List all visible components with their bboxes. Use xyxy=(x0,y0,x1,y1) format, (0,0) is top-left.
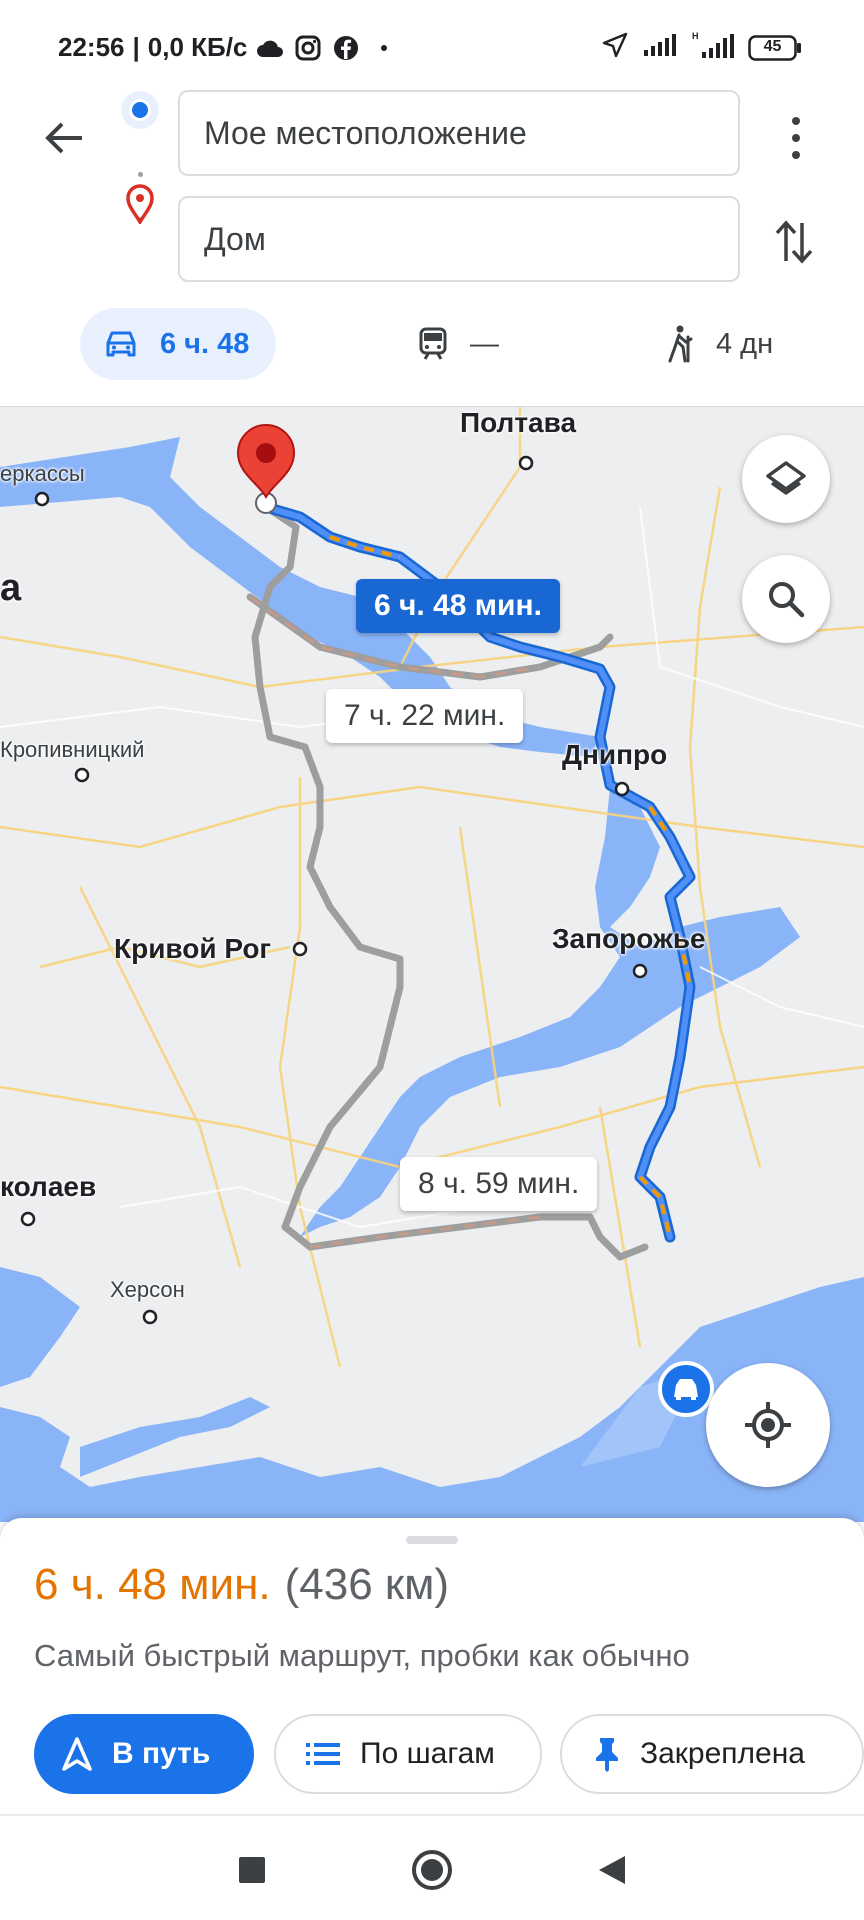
more-options-button[interactable] xyxy=(776,108,816,168)
steps-button[interactable]: По шагам xyxy=(274,1714,542,1794)
city-label-cherkassy: еркассы xyxy=(0,461,85,486)
city-label-zaporozhye: Запорожье xyxy=(552,923,706,954)
back-button[interactable] xyxy=(36,110,92,166)
mode-walking-time: 4 дн xyxy=(716,327,774,360)
signal-icon xyxy=(642,32,676,63)
eta-label-primary[interactable]: 6 ч. 48 мин. xyxy=(356,579,560,633)
home-circle-icon xyxy=(412,1850,452,1890)
mode-transit-time: — xyxy=(470,327,499,360)
status-bar: 22:56 | 0,0 КБ/с H 45 xyxy=(0,0,864,95)
signal-h-icon: H xyxy=(690,30,734,65)
battery-level: 45 xyxy=(763,37,782,55)
route-summary-sheet[interactable]: 6 ч. 48 мин. (436 км) Самый быстрый маршр… xyxy=(0,1518,864,1814)
swap-icon xyxy=(775,220,813,264)
pushpin-icon xyxy=(596,1738,618,1772)
pin-route-label: Закреплена xyxy=(640,1737,805,1770)
city-label-kryvyi-rih: Кривой Рог xyxy=(114,933,272,964)
origin-input[interactable]: Мое местоположение xyxy=(178,90,740,176)
city-label-edge: а xyxy=(0,567,22,609)
route-summary: 6 ч. 48 мин. (436 км) xyxy=(34,1560,449,1610)
search-icon xyxy=(769,582,805,618)
svg-text:H: H xyxy=(692,31,699,41)
route-distance: (436 км) xyxy=(284,1560,450,1609)
map-search-button[interactable] xyxy=(742,555,830,643)
status-speed: 0,0 КБ/с xyxy=(147,32,248,62)
back-triangle-icon xyxy=(599,1856,625,1884)
system-nav-bar xyxy=(0,1816,864,1920)
location-arrow-icon xyxy=(602,32,628,63)
map-view[interactable]: Полтава еркассы а Кропивницкий Днипро За… xyxy=(0,406,864,1522)
navigation-arrow-icon xyxy=(62,1737,92,1771)
map-layers-button[interactable] xyxy=(742,435,830,523)
hiking-icon xyxy=(668,325,693,363)
current-location-car-icon xyxy=(658,1361,714,1417)
battery-icon: 45 xyxy=(748,34,802,61)
road-network xyxy=(0,407,864,1368)
train-icon xyxy=(419,327,447,360)
south-bug-estuary xyxy=(0,1267,80,1387)
start-navigation-button[interactable]: В путь xyxy=(34,1714,254,1794)
travel-modes: 6 ч. 48 — 4 дн xyxy=(0,308,864,384)
eta-label-alt-1[interactable]: 7 ч. 22 мин. xyxy=(326,689,524,743)
layers-icon xyxy=(766,461,806,495)
mode-tab-transit[interactable]: — xyxy=(418,308,499,380)
car-icon xyxy=(106,331,136,357)
status-separator: | xyxy=(132,32,140,62)
sheet-drag-handle[interactable] xyxy=(406,1536,458,1544)
mode-tab-driving[interactable]: 6 ч. 48 xyxy=(80,308,276,380)
city-label-mykolaiv: колаев xyxy=(0,1171,97,1202)
steps-label: По шагам xyxy=(360,1737,495,1770)
eta-label-alt-2[interactable]: 8 ч. 59 мин. xyxy=(400,1157,598,1211)
list-icon xyxy=(306,1743,340,1765)
crosshair-icon xyxy=(745,1402,791,1448)
my-location-button[interactable] xyxy=(706,1363,830,1487)
destination-input[interactable]: Дом xyxy=(178,196,740,282)
pin-route-button[interactable]: Закреплена xyxy=(560,1714,864,1794)
route-panel: Мое местоположение Дом xyxy=(0,88,864,288)
back-arrow-icon xyxy=(45,122,82,154)
status-time: 22:56 xyxy=(58,32,125,62)
dot-icon xyxy=(369,33,399,63)
city-label-kropyvnytskyi: Кропивницкий xyxy=(0,737,145,762)
route-duration: 6 ч. 48 мин. xyxy=(34,1560,271,1609)
home-button[interactable] xyxy=(406,1844,458,1896)
city-label-poltava: Полтава xyxy=(460,407,577,438)
swap-route-button[interactable] xyxy=(768,212,820,272)
back-nav-button[interactable] xyxy=(586,1844,638,1896)
facebook-icon xyxy=(331,33,361,63)
instagram-icon xyxy=(293,33,323,63)
recents-square-icon xyxy=(239,1857,265,1883)
mode-tab-walking[interactable]: 4 дн xyxy=(666,308,773,380)
start-navigation-label: В путь xyxy=(112,1737,211,1770)
destination-marker-icon xyxy=(236,424,296,514)
route-description: Самый быстрый маршрут, пробки как обычно xyxy=(34,1638,690,1673)
cloud-icon xyxy=(255,33,285,63)
recents-button[interactable] xyxy=(226,1844,278,1896)
mode-driving-time: 6 ч. 48 xyxy=(160,327,250,360)
city-label-dnipro: Днипро xyxy=(562,739,668,770)
city-label-kherson: Херсон xyxy=(110,1277,185,1302)
